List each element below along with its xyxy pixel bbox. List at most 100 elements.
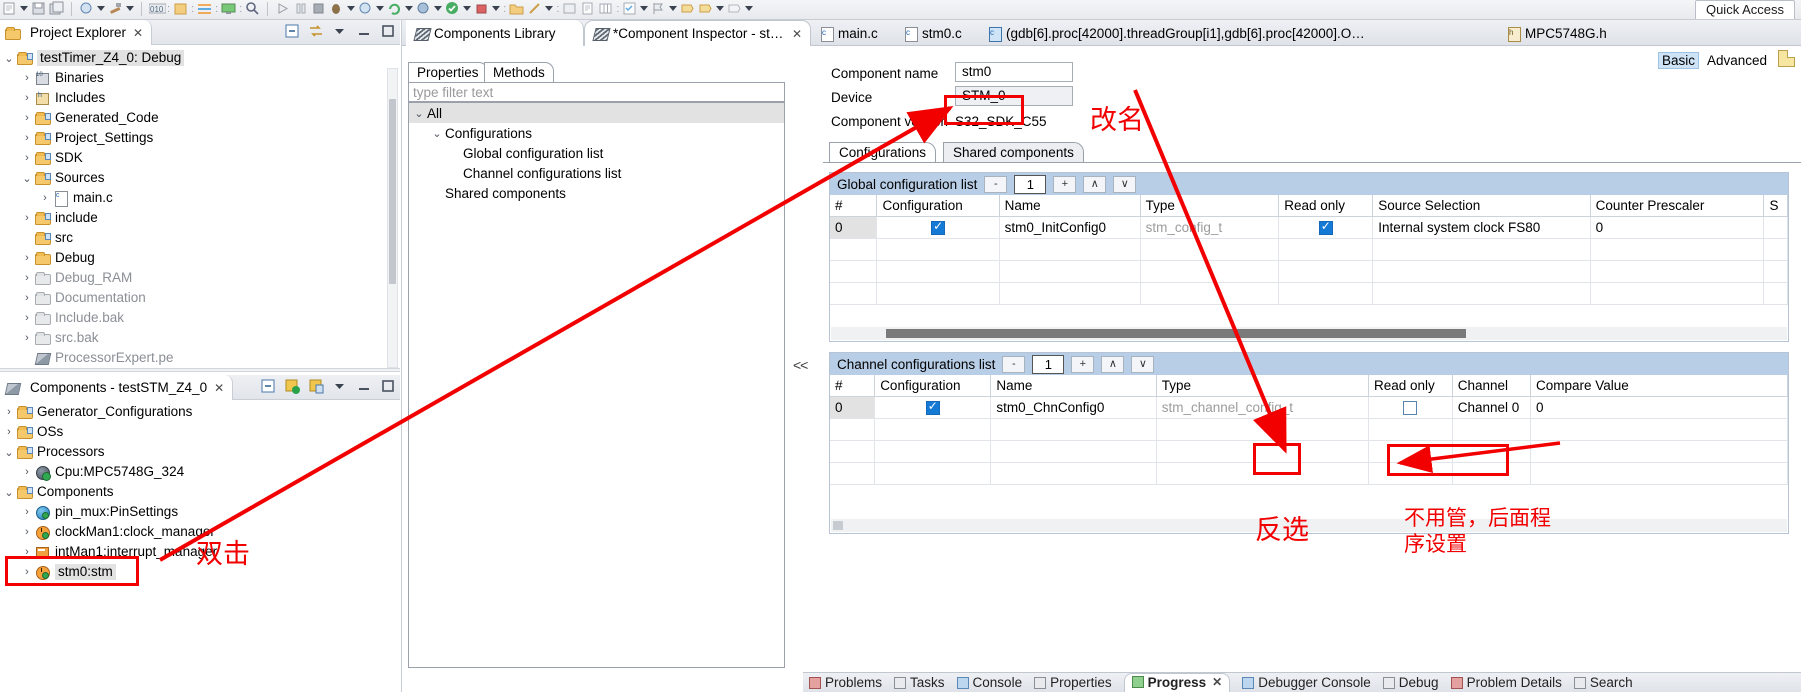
- global-remove-button[interactable]: -: [984, 175, 1008, 193]
- green-check-icon[interactable]: [445, 1, 460, 16]
- column-header[interactable]: Type: [1140, 195, 1280, 217]
- channel-cell[interactable]: Channel 0: [1452, 396, 1531, 419]
- read-only-checkbox-cell[interactable]: [1278, 216, 1374, 239]
- tree-item[interactable]: › Generated_Code: [0, 108, 400, 128]
- tree-item[interactable]: ⌄ testTimer_Z4_0: Debug: [0, 48, 400, 68]
- bottom-view-tab[interactable]: Problem Details: [1450, 675, 1562, 690]
- tree-item[interactable]: › include: [0, 208, 400, 228]
- red-tool-icon[interactable]: [474, 1, 489, 16]
- column-header[interactable]: Name: [990, 375, 1157, 397]
- flag-icon[interactable]: [651, 1, 666, 16]
- components-view-tab[interactable]: Components - testSTM_Z4_0 ✕: [0, 375, 234, 400]
- property-tree-item[interactable]: ⌄ Configurations: [409, 123, 784, 143]
- column-header[interactable]: Read only: [1368, 375, 1453, 397]
- column-header[interactable]: Configuration: [874, 375, 992, 397]
- global-configuration-table[interactable]: # Configuration Name Type Read only Source Se…: [830, 195, 1788, 305]
- perspective-dropdown-caret-icon[interactable]: [434, 6, 443, 11]
- property-tree-item[interactable]: Global configuration list: [409, 143, 784, 163]
- chevron-right-icon[interactable]: ›: [20, 152, 34, 164]
- tree-item[interactable]: › Generator_Configurations: [0, 402, 400, 422]
- view-menu-icon[interactable]: [332, 23, 348, 39]
- bottom-view-tab[interactable]: Properties: [1034, 675, 1112, 690]
- tree-item[interactable]: › Project_Settings: [0, 128, 400, 148]
- tree-item[interactable]: › Binaries: [0, 68, 400, 88]
- editor-tab[interactable]: Components Library: [406, 20, 584, 46]
- bottom-view-tab[interactable]: Tasks: [894, 675, 945, 690]
- tree-item[interactable]: › main.c: [0, 188, 400, 208]
- chevron-right-icon[interactable]: ›: [20, 92, 34, 104]
- bookmark-grey-icon[interactable]: [727, 1, 742, 16]
- checklist-icon[interactable]: [622, 1, 637, 16]
- export-icon[interactable]: [562, 1, 577, 16]
- stop-icon[interactable]: [311, 1, 326, 16]
- tree-item[interactable]: › pin_mux:PinSettings: [0, 502, 400, 522]
- chevron-right-icon[interactable]: ›: [20, 546, 34, 558]
- wand-icon[interactable]: [527, 1, 542, 16]
- name-cell[interactable]: stm0_InitConfig0: [999, 216, 1141, 239]
- red-tool-dropdown-caret-icon[interactable]: [492, 6, 501, 11]
- open-folder-icon[interactable]: [509, 1, 524, 16]
- chevron-down-icon[interactable]: ⌄: [20, 172, 34, 185]
- tree-item[interactable]: › src.bak: [0, 328, 400, 348]
- chevron-down-icon[interactable]: ⌄: [2, 446, 16, 459]
- print-icon[interactable]: [79, 1, 94, 16]
- tab-methods[interactable]: Methods: [484, 62, 554, 82]
- chevron-right-icon[interactable]: ›: [20, 332, 34, 344]
- chevron-right-icon[interactable]: ›: [20, 292, 34, 304]
- chevron-right-icon[interactable]: ›: [38, 192, 52, 204]
- chevron-right-icon[interactable]: ›: [20, 506, 34, 518]
- tab-properties[interactable]: Properties: [408, 62, 488, 82]
- editor-tab[interactable]: *Component Inspector - stm0 ✕: [584, 20, 811, 46]
- relaunch-dropdown-caret-icon[interactable]: [405, 6, 414, 11]
- flash-icon[interactable]: [358, 1, 373, 16]
- collapse-all-icon[interactable]: [284, 23, 300, 39]
- close-icon[interactable]: ✕: [133, 26, 143, 40]
- channel-configuration-table[interactable]: # Configuration Name Type Read only Channel Co…: [830, 375, 1788, 485]
- component-name-input[interactable]: stm0: [955, 62, 1073, 82]
- tree-item[interactable]: › Debug_RAM: [0, 268, 400, 288]
- channel-move-down-button[interactable]: ∨: [1131, 355, 1155, 373]
- column-header[interactable]: Channel: [1452, 375, 1531, 397]
- flash-dropdown-caret-icon[interactable]: [376, 6, 385, 11]
- tree-item[interactable]: › clockMan1:clock_manager: [0, 522, 400, 542]
- chevron-down-icon[interactable]: ⌄: [2, 486, 16, 499]
- tree-item[interactable]: ⌄ Sources: [0, 168, 400, 188]
- open-perspective-icon[interactable]: [173, 1, 188, 16]
- chevron-right-icon[interactable]: ›: [20, 132, 34, 144]
- column-header[interactable]: Name: [999, 195, 1141, 217]
- flag-dropdown-caret-icon[interactable]: [669, 6, 678, 11]
- channel-horizontal-scrollbar[interactable]: [831, 519, 1787, 532]
- global-horizontal-scrollbar[interactable]: [831, 327, 1787, 340]
- chevron-right-icon[interactable]: ›: [20, 212, 34, 224]
- global-add-button[interactable]: +: [1053, 175, 1077, 193]
- hex-010-icon[interactable]: 010: [148, 1, 167, 16]
- collapse-all-icon[interactable]: [260, 378, 276, 394]
- columns-icon[interactable]: [598, 1, 613, 16]
- column-header[interactable]: Compare Value: [1530, 375, 1788, 397]
- left-panel-splitter[interactable]: [0, 368, 400, 372]
- tree-item[interactable]: › stm0:stm: [0, 562, 400, 582]
- bookmark-grey-dropdown-caret-icon[interactable]: [745, 6, 754, 11]
- channel-move-up-button[interactable]: ∧: [1101, 355, 1125, 373]
- channel-add-button[interactable]: +: [1071, 355, 1095, 373]
- new-icon[interactable]: [2, 1, 17, 16]
- column-header[interactable]: Configuration: [876, 195, 1000, 217]
- tab-shared-components[interactable]: Shared components: [943, 142, 1084, 163]
- editor-tab[interactable]: h MPC5748G.h: [1498, 20, 1618, 46]
- chevron-down-icon[interactable]: ⌄: [2, 52, 16, 65]
- column-header[interactable]: Type: [1156, 375, 1369, 397]
- column-header[interactable]: #: [830, 195, 878, 217]
- project-explorer-scrollbar[interactable]: [387, 68, 398, 368]
- minimize-icon[interactable]: [356, 23, 372, 39]
- checklist-dropdown-caret-icon[interactable]: [640, 6, 649, 11]
- quick-access-box[interactable]: Quick Access: [1694, 0, 1795, 19]
- property-tree-item[interactable]: Shared components: [409, 183, 784, 203]
- tab-configurations[interactable]: Configurations: [829, 142, 937, 163]
- editor-tab[interactable]: c (gdb[6].proc[42000].threadGroup[i1],gdb…: [979, 20, 1379, 46]
- chevron-down-icon[interactable]: ⌄: [429, 127, 445, 140]
- new-dropdown-caret-icon[interactable]: [20, 6, 28, 11]
- counter-prescaler-cell[interactable]: 0: [1590, 216, 1765, 239]
- debug-dropdown-caret-icon[interactable]: [347, 6, 356, 11]
- editor-tab[interactable]: c main.c: [811, 20, 895, 46]
- editor-tab[interactable]: c stm0.c: [895, 20, 979, 46]
